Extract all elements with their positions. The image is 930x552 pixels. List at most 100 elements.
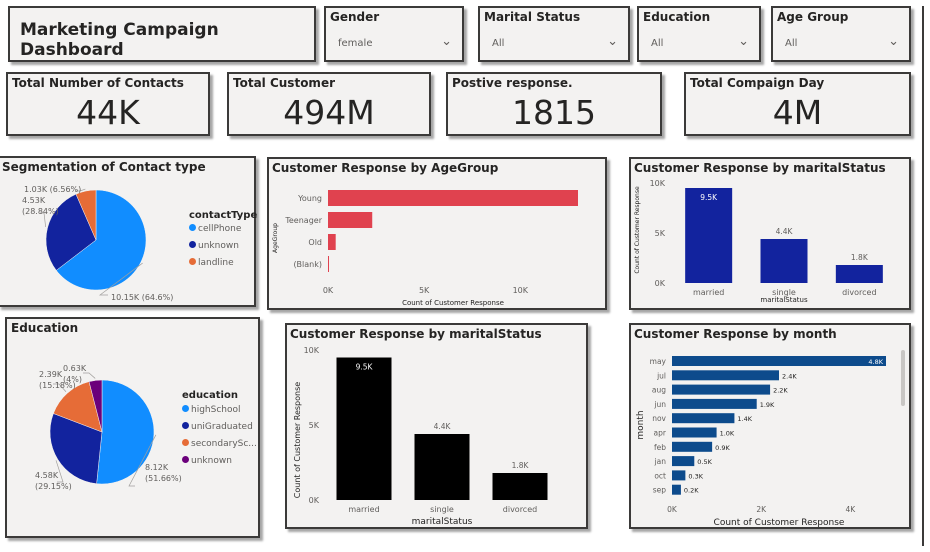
bar-data-label: 1.0K <box>720 430 735 438</box>
bar <box>835 265 883 283</box>
page-edge-divider <box>922 6 930 546</box>
legend-label: unknown <box>191 456 232 466</box>
chart-title: Customer Response by month <box>634 327 837 341</box>
bar <box>328 212 373 228</box>
category-tick-label: sep <box>653 486 667 495</box>
category-tick-label: nov <box>652 414 666 423</box>
x-axis-title: maritalStatus <box>412 517 473 527</box>
slicer-label: Education <box>643 10 711 24</box>
x-tick-label: 0K <box>323 286 334 295</box>
legend-item[interactable]: cellPhone <box>189 224 241 234</box>
x-tick-label: 2K <box>756 505 767 514</box>
slicer-selected-value[interactable]: All <box>492 38 504 49</box>
kpi-label: Postive response. <box>452 76 573 90</box>
slicer-selected-value[interactable]: female <box>338 38 372 49</box>
legend-item[interactable]: highSchool <box>182 405 241 415</box>
category-tick-label: jan <box>654 457 667 466</box>
x-tick-label: 0K <box>667 505 678 514</box>
legend-item[interactable]: secondarySc... <box>182 439 257 449</box>
bar <box>672 484 681 495</box>
x-tick-label: 5K <box>419 286 430 295</box>
bar-data-label: 4.4K <box>434 422 452 431</box>
bar <box>672 427 717 438</box>
chart-title: Customer Response by maritalStatus <box>634 161 886 175</box>
bar-data-label: 0.3K <box>688 472 703 480</box>
chart-title: Customer Response by maritalStatus <box>290 327 542 341</box>
age-group-slicer[interactable]: Age Group All ⌄ <box>771 6 911 62</box>
x-tick-label: 4K <box>845 505 856 514</box>
marital-status-bar-card: Customer Response by maritalStatus 0K 5K 1… <box>629 157 911 310</box>
slicer-label: Gender <box>330 10 380 24</box>
bar <box>414 434 470 500</box>
bar <box>336 357 392 500</box>
category-tick-label: aug <box>652 386 666 395</box>
chevron-down-icon[interactable]: ⌄ <box>441 34 452 49</box>
legend-marker <box>182 405 189 412</box>
slicer-label: Age Group <box>777 10 849 24</box>
y-tick-label: 10K <box>304 346 320 355</box>
bar-data-label: 0.9K <box>715 444 730 452</box>
legend-item[interactable]: unknown <box>189 241 239 251</box>
legend-item[interactable]: uniGraduated <box>182 422 253 432</box>
legend-marker <box>189 258 196 265</box>
slicer-selected-value[interactable]: All <box>785 38 797 49</box>
y-axis-title: Count of Customer Response <box>293 382 302 498</box>
kpi-value: 44K <box>76 93 140 132</box>
marital-status-slicer[interactable]: Marital Status All ⌄ <box>478 6 630 62</box>
pie-data-label: 8.12K <box>145 463 169 472</box>
x-axis-title: Count of Customer Response <box>714 518 845 528</box>
bar <box>685 188 733 283</box>
bar-data-label: 9.5K <box>700 193 718 202</box>
pie-data-label: 1.03K (6.56%) <box>24 185 81 194</box>
bar-data-label: 4.4K <box>776 227 794 236</box>
category-tick-label: Young <box>297 194 322 203</box>
marital-status-bar-chart: 0K5K10K9.5Kmarried4.4Ksingle1.8Kdivorced… <box>634 179 883 304</box>
category-tick-label: jun <box>653 400 666 409</box>
month-bar-card: Customer Response by month may 4.8K jul 2.4… <box>629 323 911 529</box>
pie-data-label: (29.15%) <box>35 482 72 491</box>
bar-data-label: 1.9K <box>760 401 775 409</box>
bar <box>672 456 695 467</box>
bar-data-label: 1.4K <box>737 415 752 423</box>
kpi-value: 1815 <box>512 93 596 132</box>
kpi-positive-response: Postive response. 1815 <box>446 72 662 136</box>
bar <box>760 239 808 283</box>
bar-data-label: 2.4K <box>782 372 797 380</box>
pie-data-label: 4.58K <box>35 471 59 480</box>
pie-data-label: 10.15K (64.6%) <box>111 293 173 302</box>
page-title: Marketing Campaign Dashboard <box>20 20 219 60</box>
bar-data-label: 9.5K <box>356 363 374 372</box>
gender-slicer[interactable]: Gender female ⌄ <box>324 6 464 62</box>
slicer-selected-value[interactable]: All <box>651 38 663 49</box>
y-axis-title: month <box>636 410 646 439</box>
category-tick-label: single <box>430 505 454 514</box>
bar <box>672 398 757 409</box>
legend-marker <box>182 456 189 463</box>
legend-label: unknown <box>198 241 239 251</box>
bar <box>672 470 686 481</box>
education-pie: 8.12K(51.66%)4.58K(29.15%)2.39K(15.18%)0… <box>35 364 182 491</box>
legend-title: contactType <box>189 210 258 221</box>
chevron-down-icon[interactable]: ⌄ <box>888 34 899 49</box>
chart-title: Education <box>11 321 79 335</box>
y-axis-title: AgeGroup <box>272 223 279 253</box>
category-tick-label: jul <box>656 371 666 380</box>
month-bar-chart: may 4.8K jul 2.4K aug 2.2K jun 1.9K nov 1.4K apr 1.… <box>636 350 905 528</box>
kpi-total-customer: Total Customer 494M <box>227 72 431 136</box>
category-tick-label: apr <box>654 429 667 438</box>
legend-item[interactable]: landline <box>189 258 234 268</box>
x-axis-title: maritalStatus <box>760 296 808 304</box>
chart-title: Segmentation of Contact type <box>2 160 206 174</box>
chevron-down-icon[interactable]: ⌄ <box>738 34 749 49</box>
category-tick-label: married <box>348 505 379 514</box>
bar <box>492 473 548 500</box>
legend-label: secondarySc... <box>191 439 257 449</box>
legend-marker <box>189 241 196 248</box>
chevron-down-icon[interactable]: ⌄ <box>607 34 618 49</box>
x-tick-label: 10K <box>513 286 529 295</box>
age-group-bar-card: Customer Response by AgeGroup Young Teena… <box>267 157 607 310</box>
bar-data-label: 4.8K <box>868 358 883 366</box>
legend-item[interactable]: unknown <box>182 456 232 466</box>
education-slicer[interactable]: Education All ⌄ <box>637 6 761 62</box>
bar-data-label: 1.8K <box>512 461 530 470</box>
